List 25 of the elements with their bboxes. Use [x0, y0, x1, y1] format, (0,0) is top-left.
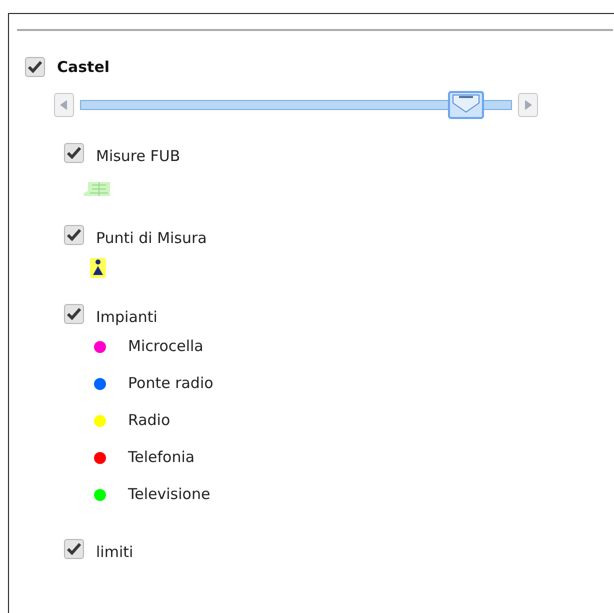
- check-icon: [67, 146, 81, 159]
- layer-label: Impianti: [96, 306, 158, 328]
- check-icon: [67, 229, 81, 242]
- person-marker-icon: [90, 258, 106, 278]
- slider-thumb[interactable]: [448, 90, 484, 118]
- legend-label: Televisione: [128, 484, 210, 506]
- group-title: Castel: [57, 57, 110, 78]
- layer-label: limiti: [96, 542, 134, 563]
- opacity-slider[interactable]: [80, 90, 512, 118]
- left-arrow-icon: [60, 100, 68, 110]
- legend-label: Radio: [128, 410, 170, 432]
- legend-label: Microcella: [128, 336, 204, 358]
- checkbox[interactable]: [25, 57, 45, 78]
- legend-label: Ponte radio: [128, 373, 214, 394]
- checkbox[interactable]: [64, 539, 84, 560]
- checkbox[interactable]: [64, 225, 84, 246]
- check-icon: [67, 308, 81, 320]
- right-arrow-icon: [524, 100, 532, 110]
- layer-label: Punti di Misura: [96, 228, 207, 249]
- legend-label: Telefonia: [128, 447, 195, 468]
- checkbox[interactable]: [64, 304, 84, 324]
- check-icon: [28, 61, 42, 74]
- check-icon: [67, 543, 81, 556]
- layer-label: Misure FUB: [96, 146, 180, 166]
- checkbox[interactable]: [64, 142, 84, 163]
